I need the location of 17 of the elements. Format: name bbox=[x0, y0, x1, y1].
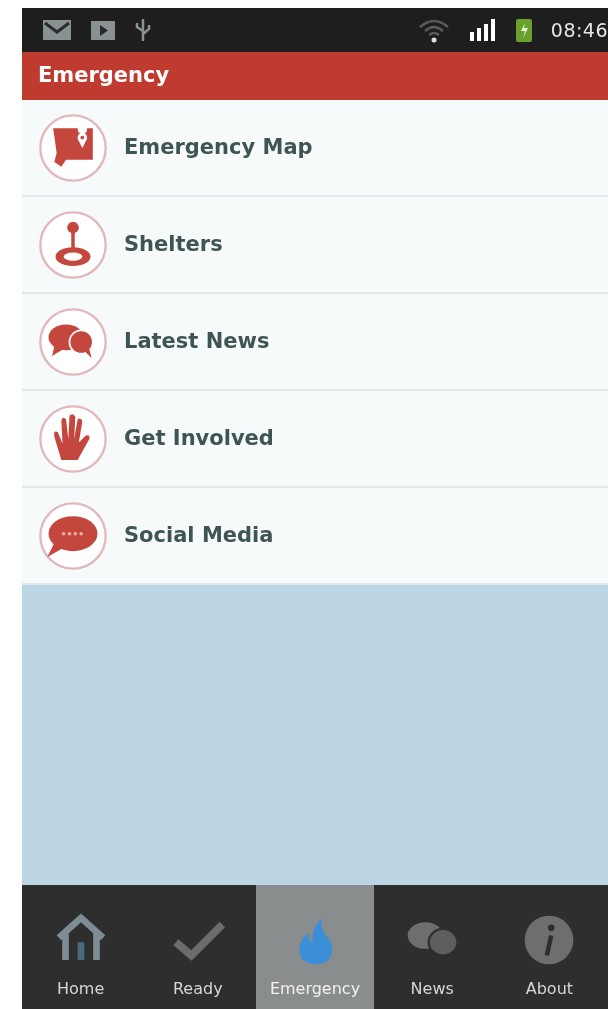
pin-icon bbox=[38, 209, 108, 280]
menu-item[interactable]: Emergency Map bbox=[22, 100, 608, 197]
speech-bubble-icon bbox=[38, 500, 108, 571]
menu-item[interactable]: Get Involved bbox=[22, 391, 608, 488]
battery-icon bbox=[514, 17, 533, 43]
signal-icon bbox=[468, 18, 497, 42]
menu-item[interactable]: Latest News bbox=[22, 294, 608, 391]
hand-icon bbox=[38, 403, 108, 474]
screen-title: Emergency bbox=[38, 62, 170, 90]
menu-item[interactable]: Shelters bbox=[22, 197, 608, 294]
chat-bubbles-icon bbox=[38, 306, 108, 377]
mail-icon bbox=[42, 19, 72, 41]
play-icon bbox=[90, 19, 116, 41]
usb-icon bbox=[134, 17, 152, 43]
map-icon bbox=[38, 112, 108, 183]
status-time: 08:46 bbox=[550, 17, 608, 43]
menu-item[interactable]: Social Media bbox=[22, 488, 608, 585]
